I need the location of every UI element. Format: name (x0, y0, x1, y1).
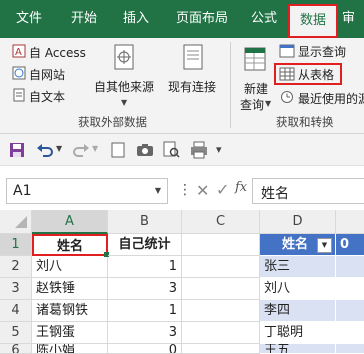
show-queries-icon (279, 44, 295, 58)
row-header-2[interactable]: 2 (0, 256, 32, 278)
column-header-e[interactable] (336, 210, 364, 234)
new-query-label[interactable]: 新建 (244, 80, 268, 97)
cell-c4[interactable] (182, 300, 260, 322)
group-label-get-external: 获取外部数据 (78, 115, 147, 129)
row-header-5[interactable]: 5 (0, 322, 32, 344)
cell-b3[interactable]: 3 (108, 278, 182, 300)
vertical-dots-icon: ⋮ (178, 182, 192, 198)
cell-a6[interactable]: 陈小娟 (32, 344, 108, 354)
cell-a3[interactable]: 赵铁锤 (32, 278, 108, 300)
cell-e2[interactable] (336, 256, 364, 278)
other-sources-button[interactable]: 自其他来源 (94, 78, 154, 95)
new-query-button[interactable]: 查询 (240, 96, 264, 113)
row-header-1[interactable]: 1 (0, 234, 32, 256)
cell-e6[interactable] (336, 344, 364, 354)
tab-insert[interactable]: 插入 (110, 0, 162, 38)
quick-access-toolbar: ▼ ▼ ▾ (0, 134, 364, 166)
svg-text:A: A (15, 47, 22, 58)
formula-bar: A1 ▼ ⋮ ✕ ✓ fx 姓名 (0, 166, 364, 210)
cell-e3[interactable] (336, 278, 364, 300)
cell-a1[interactable]: 姓名 (32, 234, 108, 256)
cell-c6[interactable] (182, 344, 260, 354)
cell-a2[interactable]: 刘八 (32, 256, 108, 278)
chevron-down-icon[interactable]: ▼ (155, 186, 161, 195)
group-label-get-transform: 获取和转换 (276, 115, 334, 129)
recent-sources-button[interactable]: 最近使用的源 (298, 90, 364, 107)
redo-icon[interactable] (72, 141, 90, 159)
cell-e5[interactable] (336, 322, 364, 344)
customize-toolbar-icon[interactable]: ▾ (216, 143, 222, 156)
column-header-c[interactable]: C (182, 210, 260, 234)
cell-a4[interactable]: 诸葛钢铁 (32, 300, 108, 322)
existing-connections-icon (180, 44, 206, 72)
row-header-4[interactable]: 4 (0, 300, 32, 322)
ribbon-body: A 自 Access 自网站 自文本 自其他来源 ▼ 现有连接 获取外部数据 新… (0, 38, 364, 134)
undo-dropdown-icon[interactable]: ▼ (56, 144, 62, 153)
web-icon (12, 66, 26, 80)
redo-dropdown-icon[interactable]: ▼ (92, 144, 98, 153)
cell-b4[interactable]: 1 (108, 300, 182, 322)
show-queries-button[interactable]: 显示查询 (298, 43, 346, 60)
chevron-down-icon: ▼ (265, 99, 272, 108)
filter-dropdown-icon[interactable]: ▼ (317, 238, 332, 253)
column-header-b[interactable]: B (108, 210, 182, 234)
row-header-3[interactable]: 3 (0, 278, 32, 300)
existing-connections-button[interactable]: 现有连接 (168, 78, 216, 95)
cell-b2[interactable]: 1 (108, 256, 182, 278)
cell-b5[interactable]: 3 (108, 322, 182, 344)
name-box[interactable]: A1 ▼ (6, 178, 168, 204)
save-icon[interactable] (9, 142, 25, 158)
group-separator (230, 42, 231, 128)
row-header-6[interactable]: 6 (0, 344, 32, 354)
cell-a5[interactable]: 王钢蛋 (32, 322, 108, 344)
from-text-button[interactable]: 自文本 (29, 88, 65, 105)
cell-c2[interactable] (182, 256, 260, 278)
tab-page-layout[interactable]: 页面布局 (162, 0, 242, 38)
from-access-button[interactable]: 自 Access (29, 44, 86, 61)
cell-d4[interactable]: 李四 (260, 300, 336, 322)
enter-icon[interactable]: ✓ (216, 180, 229, 199)
other-sources-icon (112, 44, 138, 72)
cell-d2[interactable]: 张三 (260, 256, 336, 278)
tab-data[interactable]: 数据 (288, 4, 338, 38)
column-header-a[interactable]: A (32, 210, 108, 234)
cell-c3[interactable] (182, 278, 260, 300)
from-web-button[interactable]: 自网站 (29, 66, 65, 83)
cell-e4[interactable] (336, 300, 364, 322)
cell-b6[interactable]: 0 (108, 344, 182, 354)
tab-formulas[interactable]: 公式 (242, 0, 286, 38)
recent-sources-icon (279, 90, 295, 104)
new-document-icon[interactable] (110, 142, 126, 158)
cell-d6[interactable]: 王五 (260, 344, 336, 354)
access-icon: A (12, 44, 26, 58)
cancel-icon[interactable]: ✕ (196, 181, 209, 200)
insert-function-button[interactable]: fx (235, 180, 247, 195)
name-box-value: A1 (13, 183, 32, 199)
print-icon[interactable] (190, 141, 208, 159)
undo-icon[interactable] (36, 141, 54, 159)
cell-c5[interactable] (182, 322, 260, 344)
formula-value: 姓名 (261, 186, 289, 202)
worksheet-grid: A B C D 1 2 3 4 5 6 姓名 刘八 赵铁锤 诸葛钢铁 王钢蛋 陈… (0, 210, 364, 354)
tab-review[interactable]: 审 (342, 0, 364, 38)
new-query-icon (243, 44, 271, 74)
tab-file[interactable]: 文件 (0, 0, 58, 38)
table-icon (279, 67, 295, 81)
cell-d3[interactable]: 刘八 (260, 278, 336, 300)
cell-e1[interactable]: 0 (336, 234, 364, 256)
text-file-icon (12, 88, 26, 102)
cell-c1[interactable] (182, 234, 260, 256)
select-all-corner[interactable] (0, 210, 32, 234)
formula-input[interactable]: 姓名 (252, 178, 364, 204)
cell-b1[interactable]: 自己统计 (108, 234, 182, 256)
ribbon-tab-bar: 文件 开始 插入 页面布局 公式 数据 审 (0, 0, 364, 38)
cell-d5[interactable]: 丁聪明 (260, 322, 336, 344)
column-header-d[interactable]: D (260, 210, 336, 234)
chevron-down-icon: ▼ (121, 98, 128, 107)
from-table-button[interactable]: 从表格 (298, 66, 334, 83)
print-preview-icon[interactable] (162, 141, 180, 159)
camera-icon[interactable] (136, 143, 154, 157)
tab-home[interactable]: 开始 (58, 0, 110, 38)
